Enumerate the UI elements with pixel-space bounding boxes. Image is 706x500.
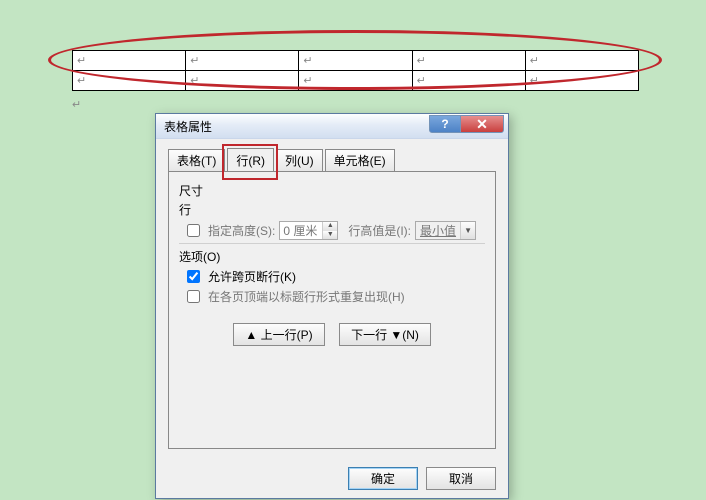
specify-height-label: 指定高度(S): <box>208 222 275 239</box>
allow-break-checkbox[interactable] <box>187 270 200 283</box>
cancel-button[interactable]: 取消 <box>426 467 496 490</box>
tab-table[interactable]: 表格(T) <box>168 149 225 171</box>
row-heading: 行 <box>179 201 485 218</box>
table-cell: ↵ <box>186 51 299 71</box>
table-row: ↵ ↵ ↵ ↵ ↵ <box>73 51 639 71</box>
help-button[interactable]: ? <box>429 115 461 133</box>
spinner-up-icon[interactable]: ▲ <box>323 222 337 231</box>
options-heading: 选项(O) <box>179 248 485 265</box>
allow-break-label: 允许跨页断行(K) <box>208 268 296 285</box>
table-cell: ↵ <box>299 51 412 71</box>
specify-height-checkbox[interactable] <box>187 224 200 237</box>
dialog-titlebar[interactable]: 表格属性 ? ✕ <box>156 114 508 139</box>
tab-row[interactable]: 行(R) <box>227 148 274 172</box>
table-cell: ↵ <box>412 51 525 71</box>
paragraph-mark: ↵ <box>72 98 81 111</box>
ok-button[interactable]: 确定 <box>348 467 418 490</box>
repeat-header-label: 在各页顶端以标题行形式重复出现(H) <box>208 288 405 305</box>
close-button[interactable]: ✕ <box>460 115 504 133</box>
table-row: ↵ ↵ ↵ ↵ ↵ <box>73 71 639 91</box>
tab-cell[interactable]: 单元格(E) <box>325 149 395 171</box>
dialog-footer: 确定 取消 <box>348 467 496 490</box>
table-cell: ↵ <box>186 71 299 91</box>
table-cell: ↵ <box>525 71 638 91</box>
spinner-down-icon[interactable]: ▼ <box>323 231 337 240</box>
document-table: ↵ ↵ ↵ ↵ ↵ ↵ ↵ ↵ ↵ ↵ <box>72 50 639 91</box>
tab-column[interactable]: 列(U) <box>276 149 323 171</box>
height-input[interactable] <box>280 222 322 239</box>
row-height-is-label: 行高值是(I): <box>348 222 411 239</box>
height-spinner[interactable]: ▲▼ <box>279 221 338 240</box>
spinner-arrows[interactable]: ▲▼ <box>322 222 337 239</box>
table-cell: ↵ <box>73 51 186 71</box>
size-heading: 尺寸 <box>179 182 485 199</box>
row-height-rule-value: 最小值 <box>416 222 460 239</box>
table-properties-dialog: 表格属性 ? ✕ 表格(T) 行(R) 列(U) 单元格(E) 尺寸 行 指定高… <box>155 113 509 499</box>
next-row-button[interactable]: 下一行 ▼(N) <box>339 323 431 346</box>
chevron-down-icon[interactable]: ▼ <box>460 222 475 239</box>
row-height-rule-combo[interactable]: 最小值 ▼ <box>415 221 476 240</box>
table-cell: ↵ <box>299 71 412 91</box>
divider <box>179 243 485 244</box>
dialog-body: 表格(T) 行(R) 列(U) 单元格(E) 尺寸 行 指定高度(S): ▲▼ … <box>156 139 508 465</box>
tab-panel-row: 尺寸 行 指定高度(S): ▲▼ 行高值是(I): 最小值 ▼ 选项(O) 允许… <box>168 171 496 449</box>
previous-row-button[interactable]: ▲ 上一行(P) <box>233 323 325 346</box>
table-cell: ↵ <box>73 71 186 91</box>
repeat-header-checkbox[interactable] <box>187 290 200 303</box>
table-cell: ↵ <box>412 71 525 91</box>
dialog-title: 表格属性 <box>164 118 212 135</box>
tab-row: 表格(T) 行(R) 列(U) 单元格(E) <box>168 149 496 171</box>
table-cell: ↵ <box>525 51 638 71</box>
